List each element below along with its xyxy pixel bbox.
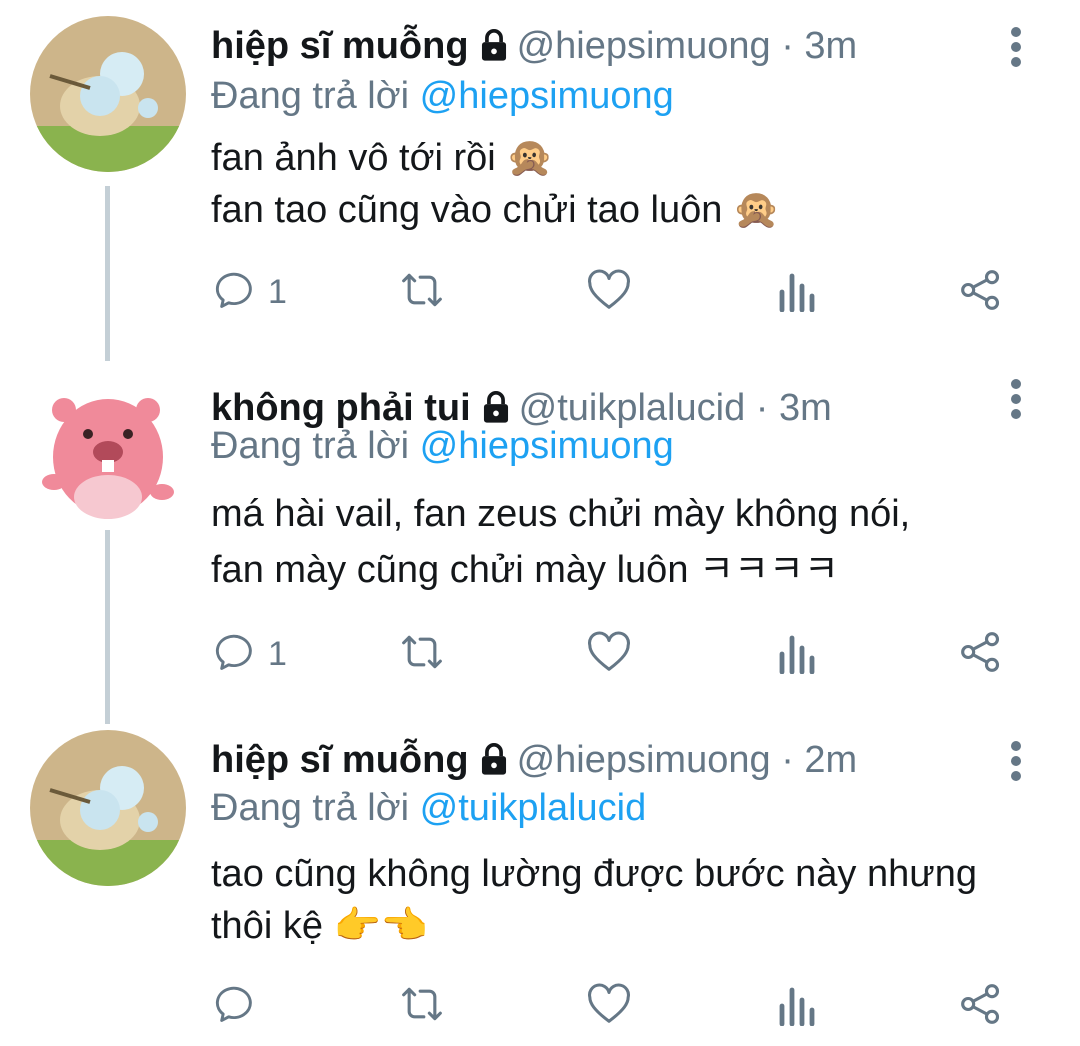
separator-dot: · [755,387,769,429]
analytics-button[interactable] [776,628,816,680]
user-handle[interactable]: @hiepsimuong [517,25,771,67]
timestamp[interactable]: 3m [779,387,832,429]
separator-dot: · [781,25,794,67]
retweet-icon [398,630,446,679]
replying-to-label: Đang trả lời [211,787,410,829]
avatar[interactable] [30,730,186,886]
tweet[interactable]: không phải tui @tuikplalucid · 3m Đang tr… [0,362,1080,722]
tweet[interactable]: hiệp sĩ muỗng @hiepsimuong · 2m Đang trả … [0,724,1080,1046]
reply-icon [214,630,258,679]
share-button[interactable] [958,266,1004,318]
tweet-text: má hài vail, fan zeus chửi mày không nói… [211,486,910,598]
heart-icon [586,982,632,1031]
analytics-icon [776,630,816,679]
user-handle[interactable]: @hiepsimuong [517,739,771,781]
avatar[interactable] [40,372,175,522]
mention-link[interactable]: @hiepsimuong [420,75,674,117]
reply-icon [214,982,258,1031]
replying-to-label: Đang trả lời [211,425,410,467]
avatar[interactable] [30,16,186,172]
tweet-header: hiệp sĩ muỗng @hiepsimuong · 3m [211,22,857,70]
action-bar [0,980,1080,1032]
tweet-text: fan ảnh vô tới rồi 🙊 fan tao cũng vào ch… [211,132,780,236]
like-button[interactable] [586,980,632,1032]
analytics-button[interactable] [776,266,816,318]
display-name[interactable]: hiệp sĩ muỗng [211,739,469,781]
more-vertical-icon[interactable] [1006,22,1026,72]
retweet-icon [398,982,446,1031]
analytics-button[interactable] [776,980,816,1032]
reply-count: 1 [268,272,287,311]
retweet-button[interactable] [398,266,446,318]
retweet-button[interactable] [398,628,446,680]
reply-button[interactable] [214,980,268,1032]
share-icon [958,268,1004,317]
display-name[interactable]: hiệp sĩ muỗng [211,25,469,67]
more-vertical-icon[interactable] [1006,374,1026,424]
share-icon [958,982,1004,1031]
tweet[interactable]: hiệp sĩ muỗng @hiepsimuong · 3m Đang trả … [0,0,1080,360]
more-vertical-icon[interactable] [1006,736,1026,786]
tweet-text-line: thôi kệ 👉👈 [211,905,429,947]
share-icon [958,630,1004,679]
replying-to: Đang trả lời @hiepsimuong [211,72,674,120]
reply-icon [214,268,258,317]
tweet-header: hiệp sĩ muỗng @hiepsimuong · 2m [211,736,857,784]
action-bar: 1 [0,628,1080,680]
heart-icon [586,268,632,317]
retweet-icon [398,268,446,317]
like-button[interactable] [586,266,632,318]
timestamp[interactable]: 3m [804,25,857,67]
like-button[interactable] [586,628,632,680]
tweet-text: tao cũng không lường được bước này nhưng… [211,848,977,952]
action-bar: 1 [0,266,1080,318]
mention-link[interactable]: @tuikplalucid [420,787,647,829]
tweet-text-line: tao cũng không lường được bước này nhưng [211,853,977,895]
separator-dot: · [781,739,794,781]
retweet-button[interactable] [398,980,446,1032]
replying-to: Đang trả lời @tuikplalucid [211,784,646,832]
share-button[interactable] [958,980,1004,1032]
heart-icon [586,630,632,679]
lock-icon [477,26,511,74]
tweet-text-line: fan tao cũng vào chửi tao luôn 🙊 [211,189,781,231]
analytics-icon [776,268,816,317]
reply-button[interactable]: 1 [214,628,287,680]
reply-count: 1 [268,634,287,673]
share-button[interactable] [958,628,1004,680]
reply-button[interactable]: 1 [214,266,287,318]
tweet-text-line: fan mày cũng chửi mày luôn ㅋㅋㅋㅋ [211,549,839,591]
timestamp[interactable]: 2m [804,739,857,781]
tweet-text-line: má hài vail, fan zeus chửi mày không nói… [211,493,911,535]
lock-icon [477,740,511,788]
mention-link[interactable]: @hiepsimuong [420,425,674,467]
replying-to: Đang trả lời @hiepsimuong [211,422,674,470]
replying-to-label: Đang trả lời [211,75,410,117]
analytics-icon [776,982,816,1031]
tweet-text-line: fan ảnh vô tới rồi 🙊 [211,137,554,179]
